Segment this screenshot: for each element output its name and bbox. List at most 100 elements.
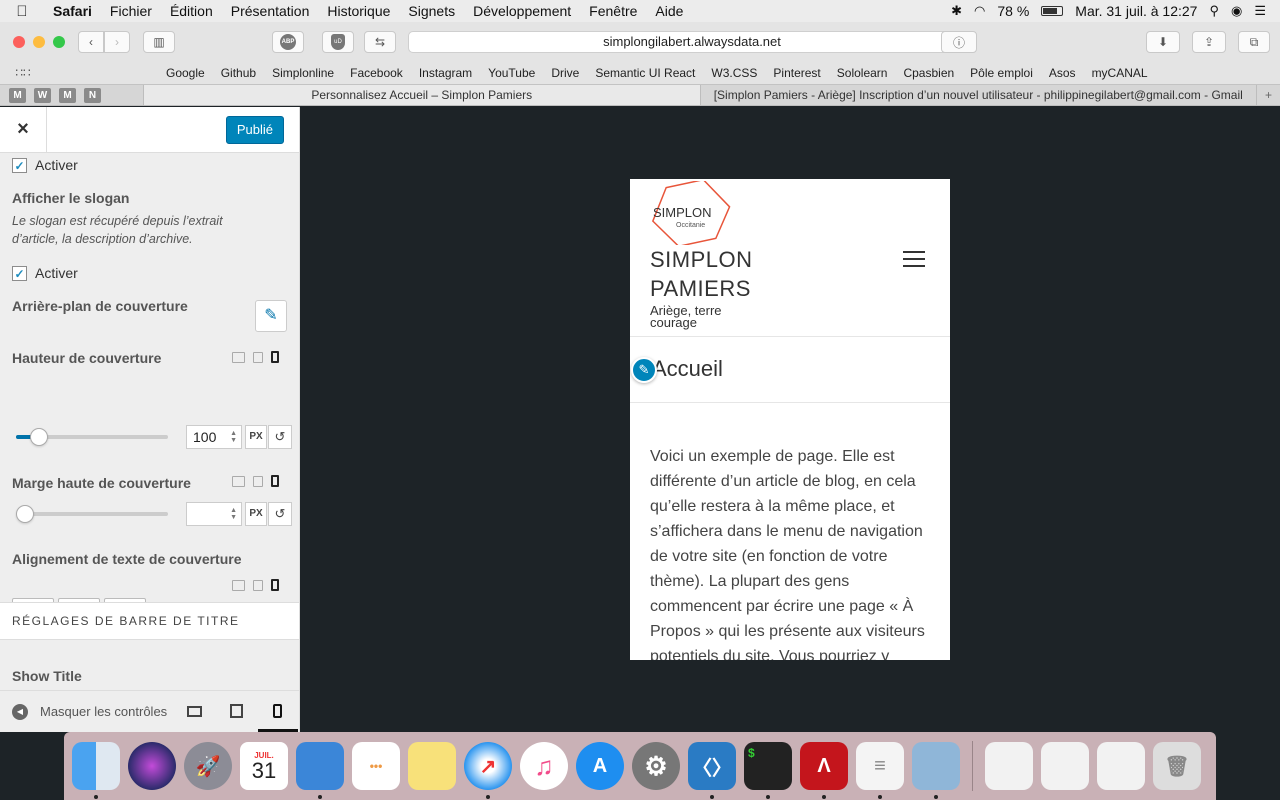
calendar-icon[interactable]: JUIL. 31 [240,742,288,790]
tablet-icon[interactable] [253,579,263,591]
menu-history[interactable]: Historique [318,3,399,19]
desktop-icon[interactable] [232,475,245,487]
trash-icon[interactable]: 🗑 [1153,742,1201,790]
bookmark-pole-emploi[interactable]: Pôle emploi [962,66,1041,80]
collapse-icon[interactable]: ◀ [12,703,28,720]
preview-icon[interactable] [912,742,960,799]
menu-bookmarks[interactable]: Signets [399,3,464,19]
bookmark-facebook[interactable]: Facebook [342,66,411,80]
bookmark-asos[interactable]: Asos [1041,66,1084,80]
bookmark-cpasbien[interactable]: Cpasbien [895,66,962,80]
cover-height-slider[interactable] [16,428,168,446]
mobile-icon[interactable] [271,475,279,487]
pinned-tab[interactable]: N [84,87,101,103]
adblock-icon[interactable]: ABP [272,31,304,53]
edit-shortcut-pencil-icon[interactable]: ✎ [631,357,657,383]
vscode-icon[interactable]: 〈〉 [688,742,736,799]
cover-margin-slider[interactable] [16,505,168,523]
title-bar-section-header[interactable]: RÉGLAGES DE BARRE DE TITRE [0,602,299,640]
menu-hamburger-icon[interactable] [903,251,925,272]
edit-pencil-icon[interactable]: ✎ [255,300,287,332]
bookmark-google[interactable]: Google [158,66,213,80]
downloads-icon[interactable]: ⬇ [1146,31,1180,53]
terminal-icon[interactable]: $ [744,742,792,799]
publish-button[interactable]: Publié [225,116,284,144]
system-preferences-icon[interactable]: ⚙ [632,742,680,790]
cover-margin-input[interactable]: ▲ ▼ [186,502,242,526]
textedit-icon[interactable]: ≡ [856,742,904,799]
spotlight-icon[interactable]: ⚲ [1209,3,1219,19]
close-window-button[interactable] [13,36,25,48]
bookmark-instagram[interactable]: Instagram [411,66,480,80]
slider-knob[interactable] [16,505,34,523]
favorites-grid-icon[interactable]: ∷∷ [0,66,46,80]
reminders-icon[interactable]: ••• [352,742,400,790]
tablet-icon[interactable] [253,351,263,363]
desktop-icon[interactable] [232,579,245,591]
slider-knob[interactable] [29,428,48,446]
mobile-icon[interactable] [271,351,279,363]
desktop-icon[interactable] [232,351,245,363]
clock[interactable]: Mar. 31 juil. à 12:27 [1075,3,1197,19]
cover-margin-unit[interactable]: PX [245,502,267,526]
pinned-tab[interactable]: M [9,87,26,103]
cover-height-unit[interactable]: PX [245,425,267,449]
tab-gmail[interactable]: [Simplon Pamiers - Ariège] Inscription d… [699,85,1257,105]
back-button[interactable]: ‹ [78,31,104,53]
notification-center-icon[interactable]: ☰ [1254,3,1266,19]
extension-icon[interactable]: ⇆ [364,31,396,53]
preview-tablet-icon[interactable] [228,704,244,718]
cover-height-input[interactable]: 100 ▲ ▼ [186,425,242,449]
bookmark-youtube[interactable]: YouTube [480,66,543,80]
bookmark-semantic-ui[interactable]: Semantic UI React [587,66,703,80]
sidebar-toggle-icon[interactable]: ▥ [143,31,175,53]
tabs-overview-icon[interactable]: ⧉ [1238,31,1270,53]
forward-button[interactable]: › [104,31,130,53]
menu-window[interactable]: Fenêtre [580,3,646,19]
zoom-window-button[interactable] [53,36,65,48]
battery-percent[interactable]: 78 % [997,3,1029,19]
siri-menu-icon[interactable]: ◉ [1231,3,1242,19]
cover-margin-reset-icon[interactable]: ↺ [268,502,292,526]
stepper-icon[interactable]: ▲ ▼ [230,507,237,521]
new-tab-button[interactable]: + [1256,85,1280,105]
activate-checkbox-2[interactable]: ✓ [12,265,27,281]
safari-icon[interactable]: ↗ [464,742,512,799]
bookmark-simplonline[interactable]: Simplonline [264,66,342,80]
app-store-icon[interactable]: A [576,742,624,790]
tab-customizer[interactable]: Personnalisez Accueil – Simplon Pamiers [144,85,700,105]
minimized-window-thumbnail[interactable] [1041,742,1089,790]
address-bar[interactable]: simplongilabert.alwaysdata.net↻ [408,31,976,53]
bookmark-w3css[interactable]: W3.CSS [703,66,765,80]
site-logo[interactable]: SIMPLON Occitanie [650,179,732,248]
ublock-icon[interactable]: uD [322,31,354,53]
activate-checkbox-1[interactable]: ✓ [12,157,27,173]
pinned-tab[interactable]: M [59,87,76,103]
menu-develop[interactable]: Développement [464,3,580,19]
notes-icon[interactable] [408,742,456,790]
menu-edit[interactable]: Édition [161,3,222,19]
menu-help[interactable]: Aide [646,3,692,19]
mobile-icon[interactable] [271,579,279,591]
bookmark-drive[interactable]: Drive [543,66,587,80]
tablet-icon[interactable] [253,475,263,487]
stepper-icon[interactable]: ▲ ▼ [230,430,237,444]
bluetooth-icon[interactable]: ✱ [951,3,962,19]
preview-mobile-icon[interactable] [269,704,285,718]
share-icon[interactable]: ⇪ [1192,31,1226,53]
keynote-icon[interactable] [296,742,344,799]
cover-height-reset-icon[interactable]: ↺ [268,425,292,449]
menu-file[interactable]: Fichier [101,3,161,19]
bookmark-github[interactable]: Github [213,66,264,80]
siri-icon[interactable] [128,742,176,790]
minimize-window-button[interactable] [33,36,45,48]
minimized-window-thumbnail[interactable] [985,742,1033,790]
mobile-preview-frame[interactable]: SIMPLON Occitanie SIMPLON PAMIERS Ariège… [630,179,950,660]
battery-icon[interactable] [1041,6,1064,16]
reader-icon[interactable]: ⓘ [941,31,977,53]
close-customizer-button[interactable]: × [0,107,47,153]
bookmark-pinterest[interactable]: Pinterest [765,66,828,80]
minimized-window-thumbnail[interactable] [1097,742,1145,790]
preview-desktop-icon[interactable] [186,704,202,718]
hide-controls-button[interactable]: Masquer les contrôles [40,704,167,719]
